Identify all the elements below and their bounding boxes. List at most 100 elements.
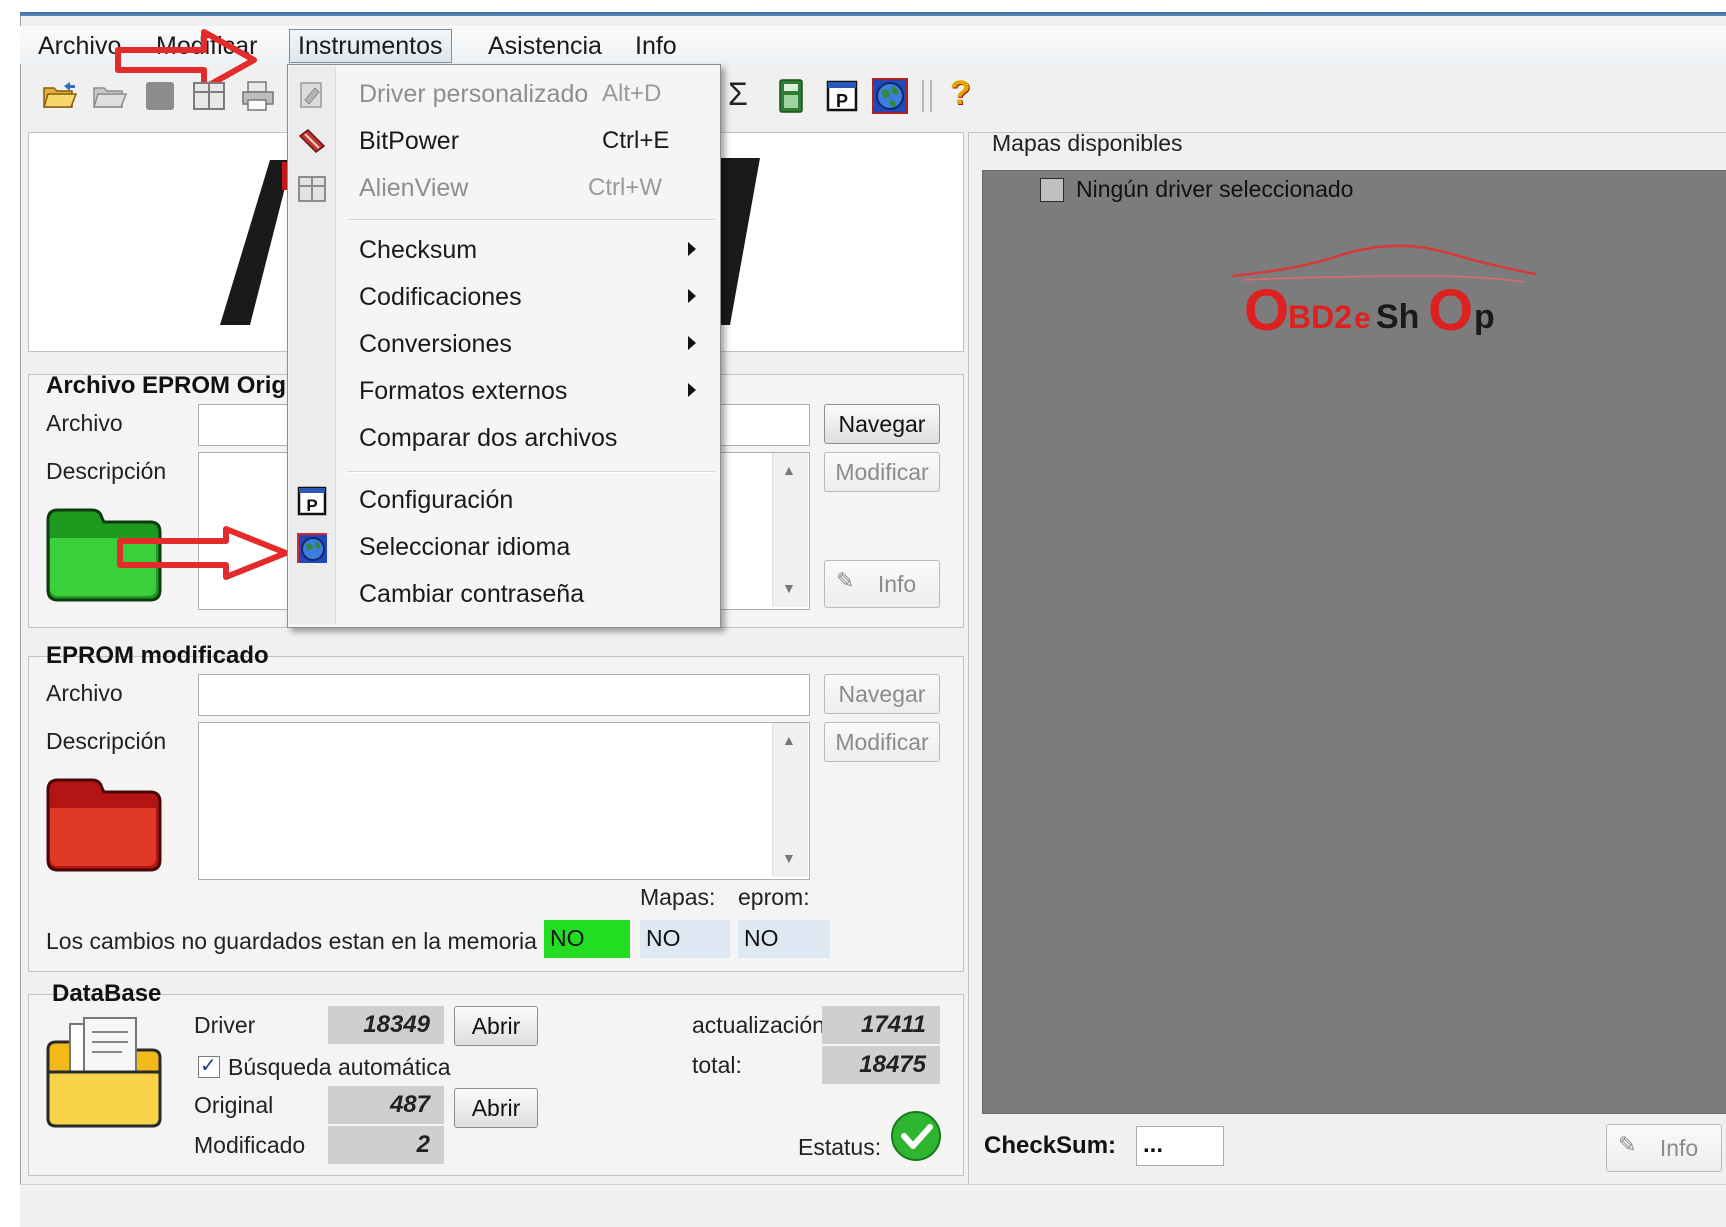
menu-comparar-archivos[interactable]: Comparar dos archivos bbox=[359, 422, 617, 454]
abrir-original-button[interactable]: Abrir bbox=[454, 1088, 538, 1128]
shortcut-alienview: Ctrl+W bbox=[588, 174, 662, 201]
actualizacion-label: actualización: bbox=[692, 1012, 832, 1038]
submenu-arrow-icon bbox=[688, 242, 696, 256]
busqueda-checkbox[interactable]: ✓ bbox=[198, 1055, 220, 1078]
modificado-label: Modificado bbox=[194, 1132, 306, 1158]
menu-asistencia[interactable]: Asistencia bbox=[480, 30, 610, 62]
info-wand-icon: ✎ bbox=[1618, 1132, 1637, 1157]
submenu-arrow-icon bbox=[688, 336, 696, 350]
globe-icon bbox=[297, 533, 327, 563]
print-icon[interactable] bbox=[240, 78, 276, 114]
scroll-down-icon[interactable]: ▼ bbox=[782, 580, 796, 596]
status-ok-icon bbox=[891, 1111, 941, 1161]
maps-tree-checkbox[interactable] bbox=[1040, 178, 1064, 202]
archivo-modificado-field[interactable] bbox=[198, 674, 810, 716]
scroll-up-icon[interactable]: ▲ bbox=[782, 732, 796, 748]
mapas-label: Mapas: bbox=[640, 884, 716, 910]
scroll-up-icon[interactable]: ▲ bbox=[782, 462, 796, 478]
estatus-label: Estatus: bbox=[798, 1134, 882, 1160]
unsaved-label: Los cambios no guardados estan en la mem… bbox=[46, 928, 537, 954]
descripcion-label: Descripción bbox=[46, 458, 167, 484]
svg-text:O: O bbox=[1428, 278, 1473, 342]
svg-text:P: P bbox=[306, 496, 317, 515]
open-folder-disabled-icon[interactable] bbox=[92, 80, 128, 112]
open-folder-icon[interactable] bbox=[42, 80, 78, 112]
svg-text:p: p bbox=[1474, 298, 1495, 336]
descripcion-mod-label: Descripción bbox=[46, 728, 167, 754]
svg-text:Sh: Sh bbox=[1376, 298, 1419, 336]
calculator-icon[interactable] bbox=[778, 78, 804, 114]
maps-title: Mapas disponibles bbox=[992, 130, 1183, 156]
toolbar-separator bbox=[930, 80, 932, 112]
modificar-modificado-button[interactable]: Modificar bbox=[824, 722, 940, 762]
checksum-field[interactable]: ... bbox=[1136, 1126, 1224, 1166]
checksum-info-label: Info bbox=[1659, 1135, 1699, 1161]
info-wand-icon: ✎ bbox=[836, 568, 855, 593]
checkmark-icon: ✓ bbox=[200, 1055, 217, 1077]
database-title: DataBase bbox=[52, 980, 162, 1007]
annotation-arrow-2-icon bbox=[117, 526, 289, 580]
unsaved-flag-mapas: NO bbox=[640, 920, 730, 958]
navegar-original-button[interactable]: Navegar bbox=[824, 404, 940, 444]
total-value: 18475 bbox=[822, 1046, 940, 1084]
modificado-value: 2 bbox=[328, 1126, 444, 1164]
configuration-icon[interactable]: P bbox=[826, 80, 858, 112]
menu-driver-personalizado[interactable]: Driver personalizado bbox=[359, 78, 588, 110]
menu-formatos-externos[interactable]: Formatos externos bbox=[359, 375, 567, 407]
shortcut-bitpower: Ctrl+E bbox=[602, 127, 670, 154]
menu-codificaciones[interactable]: Codificaciones bbox=[359, 281, 522, 313]
menu-bar bbox=[20, 26, 1726, 64]
navegar-modificado-button[interactable]: Navegar bbox=[824, 674, 940, 714]
driver-icon bbox=[300, 82, 322, 108]
menu-separator bbox=[347, 219, 715, 221]
svg-text:BD2: BD2 bbox=[1288, 299, 1352, 335]
actualizacion-value: 17411 bbox=[822, 1006, 940, 1044]
menu-separator bbox=[347, 471, 715, 473]
descripcion-modificado-field[interactable] bbox=[198, 722, 810, 880]
checksum-label: CheckSum: bbox=[984, 1132, 1117, 1159]
svg-text:P: P bbox=[836, 91, 848, 111]
help-icon[interactable]: ? bbox=[950, 74, 971, 113]
menu-cambiar-contrasena[interactable]: Cambiar contraseña bbox=[359, 578, 584, 610]
alienview-icon bbox=[298, 176, 326, 202]
obd2eshop-watermark: O BD2 e Sh O p bbox=[1231, 244, 1537, 342]
database-folder-icon bbox=[46, 1017, 162, 1128]
abrir-driver-button[interactable]: Abrir bbox=[454, 1006, 538, 1046]
submenu-arrow-icon bbox=[688, 383, 696, 397]
sum-icon[interactable]: Σ bbox=[728, 76, 748, 113]
total-label: total: bbox=[692, 1052, 742, 1078]
menu-alienview[interactable]: AlienView bbox=[359, 172, 468, 204]
shortcut-driver: Alt+D bbox=[602, 80, 662, 107]
save-icon[interactable] bbox=[146, 82, 174, 110]
menu-conversiones[interactable]: Conversiones bbox=[359, 328, 512, 360]
menu-seleccionar-idioma[interactable]: Seleccionar idioma bbox=[359, 531, 570, 563]
menu-configuracion[interactable]: Configuración bbox=[359, 484, 513, 516]
status-bar bbox=[20, 1184, 1726, 1227]
busqueda-label: Búsqueda automática bbox=[228, 1054, 451, 1080]
archivo-mod-label: Archivo bbox=[46, 680, 123, 706]
original-value: 487 bbox=[328, 1086, 444, 1124]
red-folder-icon bbox=[46, 778, 162, 872]
modificar-original-button[interactable]: Modificar bbox=[824, 452, 940, 492]
bitpower-icon bbox=[298, 129, 326, 153]
driver-label: Driver bbox=[194, 1012, 256, 1038]
svg-text:O: O bbox=[1244, 278, 1289, 342]
unsaved-flag-eprom: NO bbox=[738, 920, 830, 958]
unsaved-flag-1: NO bbox=[544, 920, 630, 958]
maps-tree-item[interactable]: Ningún driver seleccionado bbox=[1076, 176, 1353, 203]
toolbar-separator bbox=[922, 80, 924, 112]
menu-checksum[interactable]: Checksum bbox=[359, 234, 477, 266]
configuration-icon: P bbox=[297, 486, 327, 516]
eprom-modificado-title: EPROM modificado bbox=[46, 642, 269, 669]
scroll-down-icon[interactable]: ▼ bbox=[782, 850, 796, 866]
submenu-arrow-icon bbox=[688, 289, 696, 303]
menu-instrumentos[interactable]: Instrumentos bbox=[289, 29, 452, 63]
eprom-original-title: Archivo EPROM Orig bbox=[46, 372, 287, 399]
menu-bitpower[interactable]: BitPower bbox=[359, 125, 459, 157]
eprom-label: eprom: bbox=[738, 884, 810, 910]
driver-value: 18349 bbox=[328, 1006, 444, 1044]
globe-icon[interactable] bbox=[872, 78, 908, 114]
menu-info[interactable]: Info bbox=[627, 30, 685, 62]
svg-text:e: e bbox=[1354, 302, 1371, 335]
alienview-icon[interactable] bbox=[192, 80, 228, 112]
